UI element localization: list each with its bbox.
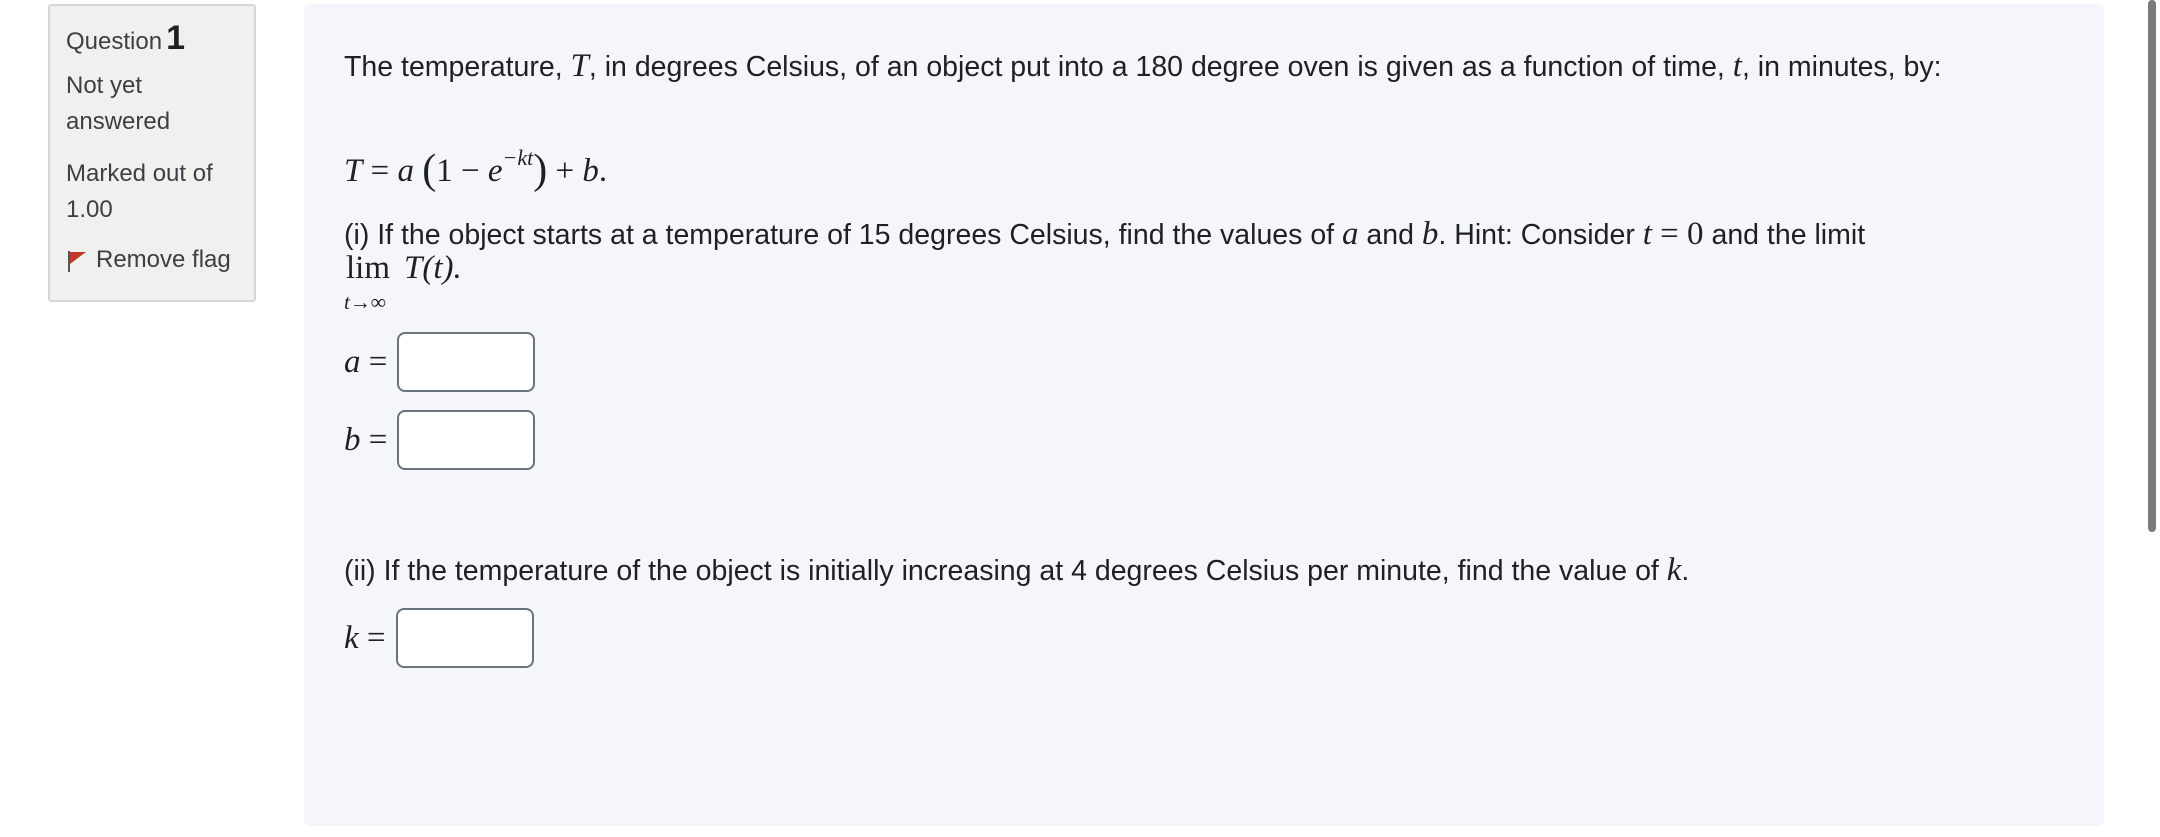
question-word: Question bbox=[66, 28, 163, 55]
a-answer-row: a = bbox=[344, 332, 536, 392]
part-i-text-1: (i) If the object starts at a temperatur… bbox=[344, 219, 1343, 251]
formula-T: T bbox=[344, 153, 363, 189]
lim-expression: T(t). bbox=[404, 250, 462, 286]
lim-word: lim bbox=[346, 250, 391, 286]
temperature-formula: T = a (1 − e−kt) + b. bbox=[344, 145, 608, 193]
part-ii-text: (ii) If the temperature of the object is… bbox=[344, 548, 2044, 593]
question-content: The temperature, T, in degrees Celsius, … bbox=[304, 4, 2104, 826]
k-answer-input[interactable] bbox=[395, 608, 534, 668]
question-grade: Marked out of 1.00 bbox=[66, 160, 213, 223]
a-answer-input[interactable] bbox=[397, 332, 536, 392]
flag-icon bbox=[66, 247, 96, 273]
lim-subscript: t→∞ bbox=[344, 290, 386, 314]
b-answer-input[interactable] bbox=[397, 410, 536, 470]
formula-period: . bbox=[598, 153, 608, 189]
var-t: t bbox=[1732, 48, 1742, 84]
part-i-text-2: and bbox=[1358, 219, 1422, 251]
remove-flag-label: Remove flag bbox=[96, 246, 231, 273]
intro-text-3: , in minutes, by: bbox=[1741, 51, 1942, 83]
k-answer-row: k = bbox=[344, 608, 534, 668]
formula-plus: + bbox=[555, 153, 575, 189]
formula-e: e bbox=[487, 153, 503, 189]
part-i-var-b: b bbox=[1421, 216, 1439, 252]
part-ii-text-2: . bbox=[1681, 555, 1690, 587]
question-heading: Question 1 bbox=[66, 16, 238, 60]
a-label: a = bbox=[344, 343, 388, 380]
part-i-eq-zero: = 0 bbox=[1651, 216, 1704, 252]
intro-text-2: , in degrees Celsius, of an object put i… bbox=[588, 51, 1733, 83]
part-i-text-3: . Hint: Consider bbox=[1438, 219, 1643, 251]
part-i-text: (i) If the object starts at a temperatur… bbox=[344, 212, 2044, 257]
page-scrollbar[interactable] bbox=[2148, 0, 2156, 532]
question-state: Not yet answered bbox=[66, 72, 171, 135]
question-info-panel: Question 1 Not yet answered Marked out of… bbox=[48, 4, 256, 302]
var-T: T bbox=[570, 48, 589, 84]
remove-flag-button[interactable]: Remove flag bbox=[66, 242, 238, 278]
part-i-text-4: and the limit bbox=[1703, 219, 1866, 251]
b-answer-row: b = bbox=[344, 410, 536, 470]
part-i-var-a: a bbox=[1342, 216, 1359, 252]
formula-one: 1 bbox=[436, 153, 453, 189]
formula-a: a bbox=[397, 153, 414, 189]
part-ii-text-1: (ii) If the temperature of the object is… bbox=[344, 555, 1667, 587]
formula-b: b bbox=[582, 153, 599, 189]
k-label: k = bbox=[344, 619, 386, 656]
formula-exponent: −kt bbox=[502, 145, 534, 170]
b-label: b = bbox=[344, 421, 388, 458]
formula-minus: − bbox=[460, 153, 480, 189]
part-i-var-t: t bbox=[1642, 216, 1652, 252]
question-intro: The temperature, T, in degrees Celsius, … bbox=[344, 44, 2044, 89]
part-ii-var-k: k bbox=[1666, 552, 1682, 588]
formula-equals: = bbox=[370, 153, 390, 189]
question-number: 1 bbox=[166, 19, 185, 57]
intro-text-1: The temperature, bbox=[344, 51, 571, 83]
